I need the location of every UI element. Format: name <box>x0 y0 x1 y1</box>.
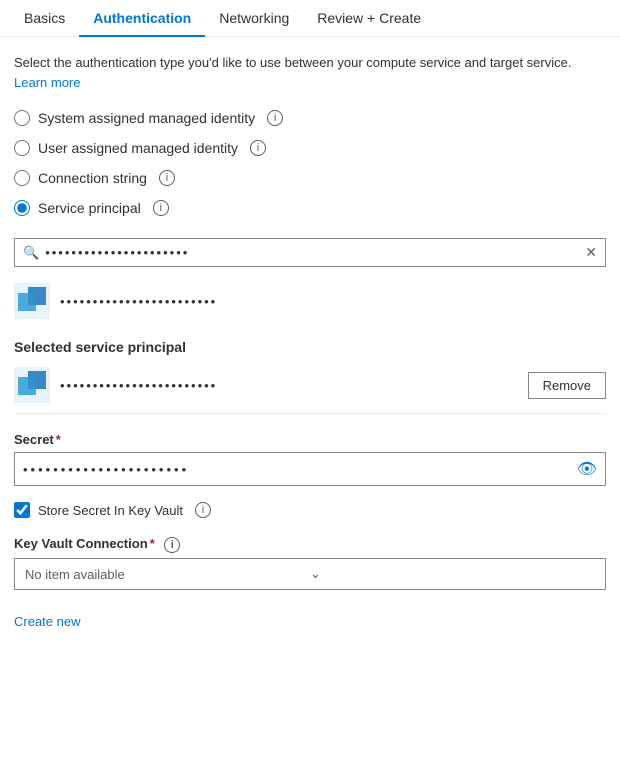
tab-review-create[interactable]: Review + Create <box>303 0 435 36</box>
radio-service-principal-label: Service principal <box>38 200 141 216</box>
selected-sp-name: •••••••••••••••••••••••• <box>60 378 518 393</box>
user-identity-info-icon[interactable]: i <box>250 140 266 156</box>
main-content: Select the authentication type you'd lik… <box>0 37 620 645</box>
radio-connection-string-input[interactable] <box>14 170 30 186</box>
radio-user-identity-label: User assigned managed identity <box>38 140 238 156</box>
show-secret-icon[interactable]: 👁 <box>577 459 597 479</box>
store-secret-checkbox-row[interactable]: Store Secret In Key Vault i <box>14 502 606 518</box>
radio-system-identity-input[interactable] <box>14 110 30 126</box>
store-secret-info-icon[interactable]: i <box>195 502 211 518</box>
tab-authentication[interactable]: Authentication <box>79 0 205 36</box>
service-principal-search-box[interactable]: 🔍 ✕ <box>14 238 606 267</box>
description-text: Select the authentication type you'd lik… <box>14 53 606 92</box>
secret-field-group: Secret* 👁 <box>14 432 606 486</box>
radio-user-identity-input[interactable] <box>14 140 30 156</box>
selected-section-label: Selected service principal <box>14 339 606 355</box>
radio-connection-string[interactable]: Connection string i <box>14 170 606 186</box>
connection-string-info-icon[interactable]: i <box>159 170 175 186</box>
key-vault-dropdown[interactable]: No item available ⌄ <box>14 558 606 590</box>
key-vault-field-group: Key Vault Connection* i No item availabl… <box>14 536 606 590</box>
selected-service-principal-row: •••••••••••••••••••••••• Remove <box>14 367 606 414</box>
secret-label: Secret* <box>14 432 606 447</box>
store-secret-checkbox[interactable] <box>14 502 30 518</box>
key-vault-info-icon[interactable]: i <box>164 537 180 553</box>
search-icon: 🔍 <box>23 245 39 261</box>
secret-input[interactable] <box>23 462 577 477</box>
store-secret-label: Store Secret In Key Vault <box>38 503 183 518</box>
auth-type-radio-group: System assigned managed identity i User … <box>14 110 606 216</box>
remove-button[interactable]: Remove <box>528 372 606 399</box>
learn-more-link[interactable]: Learn more <box>14 75 80 90</box>
create-new-link[interactable]: Create new <box>14 614 80 629</box>
radio-service-principal[interactable]: Service principal i <box>14 200 606 216</box>
selected-sp-icon <box>14 367 50 403</box>
radio-service-principal-input[interactable] <box>14 200 30 216</box>
radio-connection-string-label: Connection string <box>38 170 147 186</box>
secret-required-star: * <box>56 432 61 447</box>
clear-search-icon[interactable]: ✕ <box>585 244 597 261</box>
tab-networking[interactable]: Networking <box>205 0 303 36</box>
radio-system-identity[interactable]: System assigned managed identity i <box>14 110 606 126</box>
key-vault-placeholder: No item available <box>25 567 310 582</box>
system-identity-info-icon[interactable]: i <box>267 110 283 126</box>
key-vault-chevron-icon: ⌄ <box>310 566 595 582</box>
tab-navigation: Basics Authentication Networking Review … <box>0 0 620 37</box>
key-vault-label: Key Vault Connection* i <box>14 536 606 553</box>
service-principal-icon <box>14 283 50 319</box>
secret-input-wrap[interactable]: 👁 <box>14 452 606 486</box>
tab-basics[interactable]: Basics <box>10 0 79 36</box>
service-principal-search-input[interactable] <box>45 245 585 260</box>
search-result-name: •••••••••••••••••••••••• <box>60 294 217 309</box>
service-principal-info-icon[interactable]: i <box>153 200 169 216</box>
search-result-item[interactable]: •••••••••••••••••••••••• <box>14 277 606 325</box>
radio-user-identity[interactable]: User assigned managed identity i <box>14 140 606 156</box>
key-vault-required-star: * <box>150 536 155 551</box>
radio-system-identity-label: System assigned managed identity <box>38 110 255 126</box>
